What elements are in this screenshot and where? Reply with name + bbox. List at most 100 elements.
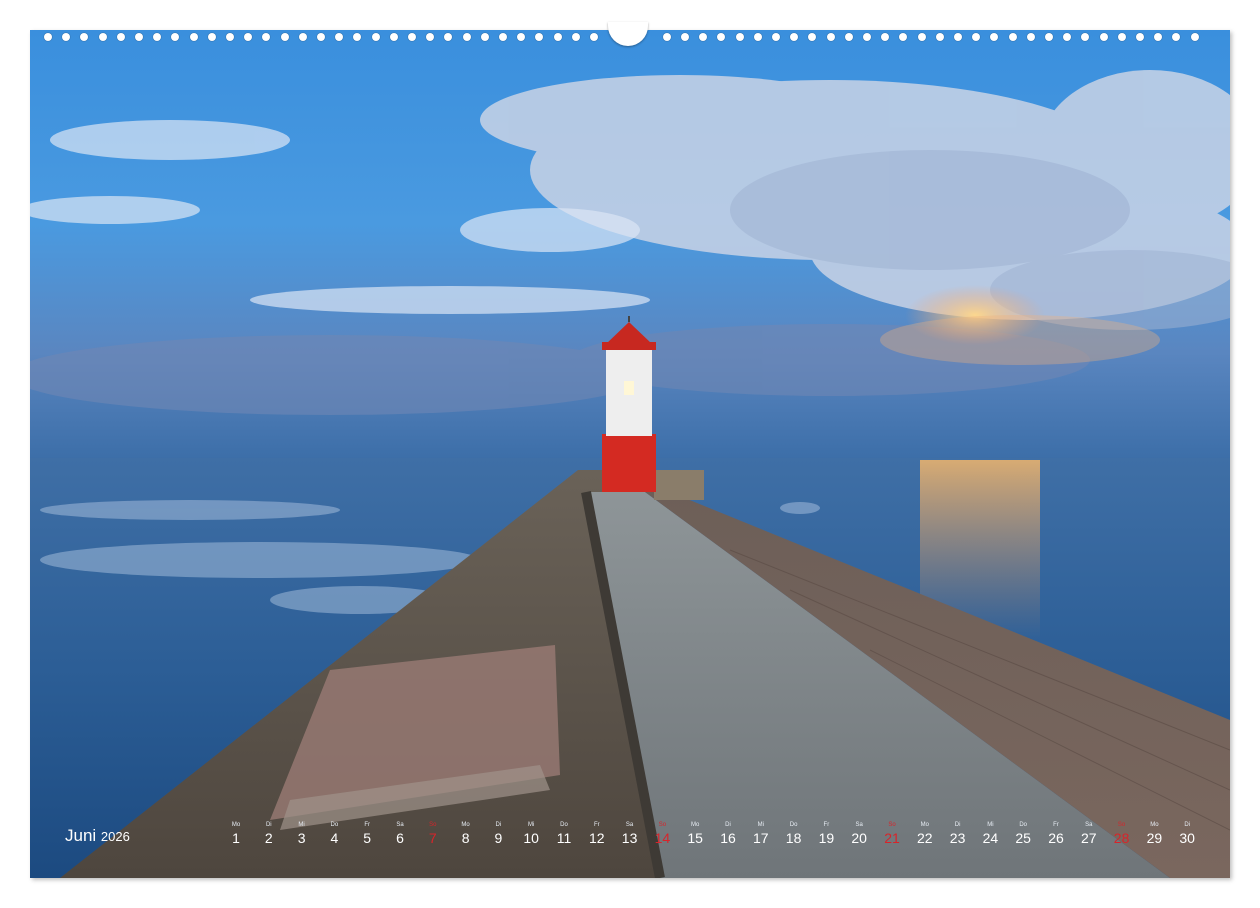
calendar-day: Mo 8 [454,822,478,847]
binding-hole [444,33,453,41]
binding-hole [426,33,435,41]
binding-hole [1045,33,1053,41]
weekday-label: Di [265,822,272,828]
binding-hole [98,33,107,41]
day-number: 8 [461,830,470,846]
binding-hole [499,33,507,41]
day-number: 6 [396,830,404,846]
binding-hole [1154,33,1163,41]
day-number: 26 [1048,830,1064,846]
day-number: 5 [363,830,372,846]
calendar-page: Juni 2026 Mo 1 Di 2 Mi 3 Do 4 Fr 5 Sa 6 So 7 Mo 8 Di 9 Mi 1… [0,0,1260,908]
calendar-day: So 28 [1110,822,1134,847]
calendar-strip: Juni 2026 Mo 1 Di 2 Mi 3 Do 4 Fr 5 Sa 6 So 7 Mo 8 Di 9 Mi 1… [30,818,1230,858]
day-number: 28 [1113,830,1130,846]
calendar-day: Mo 1 [224,822,248,847]
binding-hole [207,33,216,41]
calendar-day: Sa 27 [1077,822,1101,847]
day-number: 23 [949,830,966,846]
binding-hole [298,33,307,41]
binding-hole [1099,33,1108,41]
binding-hole [280,33,289,41]
calendar-day: So 21 [880,822,904,847]
binding-hole [1172,33,1181,41]
binding-hole [808,33,817,41]
calendar-day: Fr 19 [814,822,838,847]
year: 2026 [100,829,130,844]
binding-hole [1008,33,1017,41]
binding-hole [881,33,890,41]
binding-hole [899,33,908,41]
calendar-day: Fr 5 [355,822,379,847]
lighthouse-photo [30,30,1230,878]
day-number: 2 [264,830,273,846]
weekday-label: Do [560,822,568,828]
binding-hole [590,33,598,41]
calendar-day: Mo 22 [913,822,937,847]
day-number: 27 [1081,830,1097,846]
calendar-day: Mo 29 [1142,822,1166,847]
weekday-label: Fr [593,822,600,828]
day-number: 21 [884,830,900,846]
binding-hole [62,33,71,41]
weekday-label: Mi [298,822,305,828]
weekday-label: Mi [757,822,764,828]
day-number: 7 [428,830,437,846]
binding-hole [863,33,871,41]
calendar-day: Mo 15 [683,822,707,847]
spiral-binding [30,22,1230,46]
binding-hole [135,33,143,41]
weekday-label: Di [725,822,731,828]
day-number: 9 [494,830,503,846]
binding-hole [571,33,580,41]
day-number: 17 [753,830,769,846]
weekday-label: Mo [461,822,470,828]
weekday-label: Di [495,822,502,828]
day-number: 22 [917,830,933,846]
weekday-label: Fr [1053,822,1059,828]
binding-hole [935,33,944,41]
binding-hole [1081,33,1090,41]
weekday-label: So [888,822,896,828]
binding-hole [662,33,671,41]
weekday-label: Mi [528,822,535,828]
calendar-day: Di 30 [1175,822,1199,847]
binding-hole [954,33,962,41]
weekday-label: Di [1184,822,1191,828]
day-number: 1 [232,830,240,846]
binding-hole [1063,33,1072,41]
day-number: 13 [621,830,638,846]
weekday-label: Sa [625,822,634,828]
day-number: 10 [523,830,539,846]
binding-hole [1190,33,1199,41]
day-number: 29 [1146,830,1163,846]
calendar-day: Fr 12 [585,822,609,847]
binding-hole [844,33,853,41]
day-number: 14 [654,830,671,846]
day-number: 12 [589,830,605,846]
weekday-label: Sa [855,822,863,828]
weekday-label: Fr [823,822,830,828]
binding-hole [826,33,835,41]
binding-hole [990,33,999,41]
binding-hole [408,33,416,41]
binding-hole [790,33,799,41]
binding-hole [171,33,180,41]
calendar-day: Di 9 [486,822,510,847]
binding-hole [80,33,89,41]
day-number: 11 [556,830,572,846]
binding-hole [681,33,689,41]
binding-hole [371,33,380,41]
day-number: 24 [982,830,999,846]
calendar-day: Do 18 [782,822,806,847]
binding-hole [753,33,762,41]
binding-hole [699,33,708,41]
calendar-day: Sa 13 [618,822,642,847]
binding-hole [335,33,344,41]
hanger-notch [608,22,648,46]
binding-hole [44,33,52,41]
calendar-day: Di 23 [946,822,970,847]
binding-hole [717,33,726,41]
binding-hole [153,33,162,41]
day-number: 20 [851,830,867,846]
